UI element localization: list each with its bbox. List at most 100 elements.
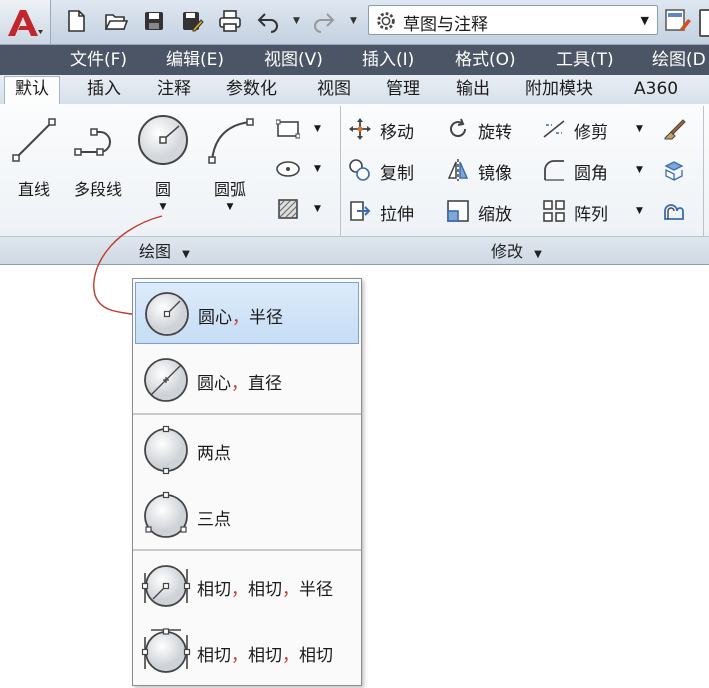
chevron-down-icon: ▼: [640, 14, 649, 27]
circle-two-point-label: 两点: [197, 444, 231, 464]
tab-view[interactable]: 视图: [317, 77, 351, 104]
rotate-label: 旋转: [478, 123, 512, 143]
arc-dropdown-arrow[interactable]: ▼: [200, 202, 260, 212]
polyline-label: 多段线: [73, 180, 122, 199]
fillet-icon: [544, 160, 564, 181]
menu-insert[interactable]: 插入(I): [362, 45, 414, 75]
mirror-tool[interactable]: 镜像: [446, 155, 538, 185]
print-icon[interactable]: [218, 9, 242, 33]
tab-parametric[interactable]: 参数化: [226, 77, 277, 104]
workspace-settings-icon[interactable]: [664, 7, 692, 35]
menu-edit[interactable]: 编辑(E): [166, 45, 224, 75]
arc-button[interactable]: 圆弧 ▼: [200, 110, 260, 215]
circle-three-point-item[interactable]: 三点: [135, 485, 359, 547]
modify-panel-label: 修改: [491, 242, 524, 261]
chevron-down-icon: ▼: [314, 204, 321, 214]
circle-two-point-item[interactable]: 两点: [135, 419, 359, 481]
workspace-name: 草图与注释: [403, 15, 488, 35]
redo-dropdown-arrow[interactable]: ▼: [350, 16, 357, 26]
window-icon[interactable]: [699, 9, 709, 37]
save-as-icon[interactable]: [180, 9, 204, 33]
circle-center-diameter-item[interactable]: 圆心，直径: [135, 349, 359, 411]
circle-tan-tan-tan-item[interactable]: 相切，相切，相切: [135, 621, 359, 683]
hatch-icon: [278, 199, 298, 219]
workspace-selector[interactable]: 草图与注释 ▼: [368, 5, 658, 35]
circle-tan-tan-tan-label: 相切，相切，相切: [197, 646, 333, 666]
rectangle-tool[interactable]: ▼: [276, 114, 326, 144]
scale-icon: [447, 200, 469, 222]
ellipse-tool[interactable]: ▼: [276, 154, 326, 184]
trim-icon: [543, 120, 565, 138]
rotate-icon: [450, 118, 467, 138]
copy-tool[interactable]: 复制: [348, 155, 440, 185]
fillet-label: 圆角: [574, 164, 608, 184]
explode-icon: [664, 161, 684, 182]
eraser-icon: [664, 119, 686, 140]
circle-dropdown-menu: 圆心，半径 圆心，直径 两点 三点 相切，相切，半径 相切，相切，相切: [132, 278, 362, 686]
line-button[interactable]: 直线: [4, 110, 64, 215]
menu-view[interactable]: 视图(V): [264, 45, 323, 75]
circle-button[interactable]: 圆 ▼: [133, 110, 193, 215]
line-label: 直线: [17, 180, 50, 199]
modify-panel-title[interactable]: 修改 ▼: [491, 238, 542, 262]
menu-separator: [133, 413, 361, 415]
menu-draw[interactable]: 绘图(D: [652, 45, 706, 75]
ellipse-icon: [276, 161, 300, 177]
array-label: 阵列: [574, 205, 608, 225]
menu-file[interactable]: 文件(F): [70, 45, 127, 75]
chevron-down-icon: ▼: [314, 124, 321, 134]
trim-tool[interactable]: 修剪 ▼: [542, 114, 646, 144]
scale-tool[interactable]: 缩放: [446, 196, 538, 226]
tab-manage[interactable]: 管理: [386, 77, 420, 104]
new-file-icon[interactable]: [64, 9, 88, 33]
rectangle-icon: [276, 119, 300, 139]
circle-center-diameter-label: 圆心，直径: [197, 374, 282, 394]
copy-label: 复制: [380, 164, 414, 184]
array-icon: [543, 200, 565, 222]
offset-icon: [664, 204, 684, 220]
circle-tan-tan-radius-label: 相切，相切，半径: [197, 580, 333, 600]
scale-label: 缩放: [478, 205, 512, 225]
circle-tan-tan-tan-icon: [141, 628, 191, 673]
polyline-icon: [74, 128, 111, 156]
tab-output[interactable]: 输出: [456, 77, 490, 104]
tab-a360[interactable]: A360: [634, 77, 678, 104]
line-icon: [12, 118, 56, 162]
tab-insert[interactable]: 插入: [87, 77, 121, 104]
array-tool[interactable]: 阵列 ▼: [542, 196, 646, 226]
move-tool[interactable]: 移动: [348, 114, 440, 144]
circle-center-radius-item[interactable]: 圆心，半径: [135, 282, 359, 344]
chevron-down-icon: ▼: [636, 165, 643, 175]
circle-tan-tan-radius-item[interactable]: 相切，相切，半径: [135, 555, 359, 617]
fillet-tool[interactable]: 圆角 ▼: [542, 155, 646, 185]
chevron-down-icon: ▼: [636, 206, 643, 216]
polyline-button[interactable]: 多段线: [68, 110, 128, 215]
tab-default[interactable]: 默认: [4, 76, 60, 105]
erase-tool[interactable]: [662, 114, 690, 144]
circle-center-diameter-icon: [144, 358, 188, 402]
draw-panel-title[interactable]: 绘图 ▼: [139, 238, 190, 262]
autocad-logo-icon: [8, 10, 43, 36]
menu-tools[interactable]: 工具(T): [556, 45, 614, 75]
chevron-down-icon: ▼: [534, 249, 542, 260]
save-icon[interactable]: [142, 9, 166, 33]
menu-format[interactable]: 格式(O): [455, 45, 516, 75]
explode-tool[interactable]: [662, 155, 690, 185]
tab-annotate[interactable]: 注释: [157, 77, 191, 104]
undo-icon[interactable]: [256, 9, 280, 33]
move-label: 移动: [380, 123, 414, 143]
redo-icon[interactable]: [312, 9, 336, 33]
tab-addins[interactable]: 附加模块: [525, 77, 593, 104]
circle-label: 圆: [154, 180, 171, 199]
circle-three-point-label: 三点: [197, 510, 231, 530]
rotate-tool[interactable]: 旋转: [446, 114, 538, 144]
application-menu-button[interactable]: [0, 0, 51, 44]
circle-dropdown-arrow[interactable]: ▼: [133, 202, 193, 212]
circle-center-radius-icon: [145, 292, 189, 336]
chevron-down-icon: ▼: [314, 164, 321, 174]
offset-tool[interactable]: [662, 196, 690, 226]
open-file-icon[interactable]: [104, 9, 129, 33]
undo-dropdown-arrow[interactable]: ▼: [293, 16, 300, 26]
stretch-tool[interactable]: 拉伸: [348, 196, 440, 226]
hatch-tool[interactable]: ▼: [276, 194, 326, 224]
